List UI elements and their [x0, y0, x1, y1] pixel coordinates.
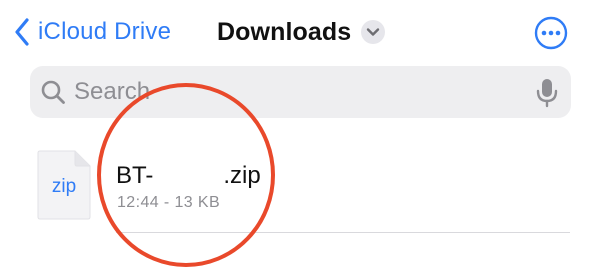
file-name: BT- .zip: [116, 162, 261, 190]
row-divider: [116, 232, 570, 233]
list-item[interactable]: zip BT- .zip 12:44 - 13 KB: [0, 140, 600, 234]
folder-title-menu[interactable]: Downloads: [217, 12, 386, 52]
search-icon: [40, 79, 66, 105]
file-metadata: 12:44 - 13 KB: [117, 194, 221, 211]
search-bar: [30, 66, 571, 118]
back-button-label: iCloud Drive: [38, 18, 172, 45]
navigation-bar: iCloud Drive Downloads: [0, 0, 600, 62]
chevron-left-icon: [14, 18, 30, 46]
chevron-down-icon: [361, 20, 386, 44]
back-button[interactable]: iCloud Drive: [14, 12, 171, 52]
more-options-button[interactable]: [534, 16, 568, 50]
file-type-label: zip: [51, 176, 77, 197]
ellipsis-circle-icon: [534, 16, 568, 50]
zip-document-icon: zip: [37, 150, 91, 220]
search-input[interactable]: [74, 74, 514, 110]
file-name-prefix: BT-: [116, 162, 154, 189]
page-title: Downloads: [217, 17, 352, 46]
microphone-icon[interactable]: [535, 78, 559, 108]
file-name-suffix: .zip: [223, 162, 261, 189]
files-app-screen: iCloud Drive Downloads Search zip BT- .z…: [0, 0, 600, 273]
